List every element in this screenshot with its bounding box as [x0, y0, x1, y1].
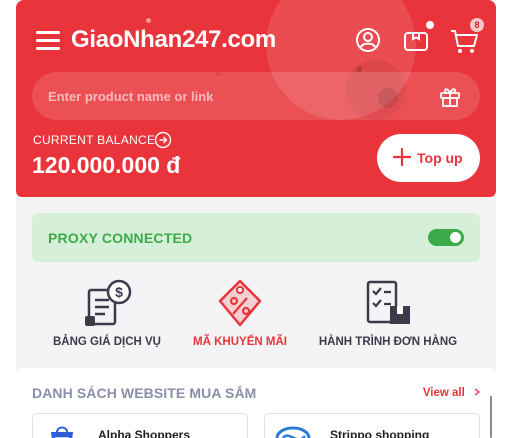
orders-button[interactable] — [400, 21, 434, 56]
website-card-alpha-shoppers[interactable]: Alpha Shoppers — [32, 413, 248, 438]
proxy-status-label: PROXY CONNECTED — [48, 230, 193, 246]
cart-button[interactable]: 8 — [448, 18, 484, 56]
proxy-status-bar: PROXY CONNECTED — [32, 213, 480, 262]
discount-tag-icon — [218, 279, 262, 327]
cart-count-badge: 8 — [470, 18, 484, 32]
toggle-knob — [450, 232, 461, 243]
top-up-label: Top up — [417, 150, 463, 166]
gift-icon[interactable] — [438, 84, 462, 108]
feature-promo-codes[interactable]: MÃ KHUYẾN MÃI — [188, 276, 292, 358]
scrollbar[interactable] — [490, 396, 492, 438]
user-icon — [356, 28, 380, 52]
app-screen: GiaoNhan247.com 8 Enter product name or … — [16, 0, 496, 438]
feature-label: MÃ KHUYẾN MÃI — [193, 336, 287, 348]
notification-dot — [426, 21, 434, 29]
price-list-icon: $ — [85, 279, 132, 326]
arrow-right-circle-icon[interactable] — [154, 131, 172, 149]
logo: GiaoNhan247.com — [71, 26, 276, 53]
svg-text:$: $ — [115, 284, 123, 300]
feature-label: BẢNG GIÁ DỊCH VỤ — [53, 336, 161, 348]
package-icon — [404, 32, 428, 51]
feature-order-journey[interactable]: HÀNH TRÌNH ĐƠN HÀNG — [314, 276, 462, 358]
strippo-logo — [275, 426, 311, 438]
website-name: Strippo shopping — [330, 428, 430, 438]
search-bar — [32, 72, 480, 120]
chevron-right-icon — [474, 388, 480, 396]
proxy-toggle[interactable] — [428, 229, 464, 246]
plus-icon — [393, 148, 411, 166]
search-input[interactable] — [32, 72, 412, 120]
feature-label: HÀNH TRÌNH ĐƠN HÀNG — [318, 336, 458, 348]
alpha-shoppers-logo — [51, 426, 73, 438]
website-card-strippo[interactable]: Strippo shopping — [264, 413, 480, 438]
header: GiaoNhan247.com 8 Enter product name or … — [16, 0, 496, 197]
top-up-button[interactable]: Top up — [377, 134, 480, 182]
website-name: Alpha Shoppers — [98, 428, 191, 438]
menu-button[interactable] — [34, 28, 62, 52]
feature-shortcuts: $ BẢNG GIÁ DỊCH VỤ MÃ KHUYẾN MÃI HÀNH TR… — [16, 276, 496, 358]
feature-price-list[interactable]: $ BẢNG GIÁ DỊCH VỤ — [50, 276, 164, 358]
account-button[interactable] — [352, 24, 384, 56]
order-journey-icon — [366, 280, 410, 324]
balance-value: 120.000.000 đ — [32, 152, 181, 178]
section-title: DANH SÁCH WEBSITE MUA SẮM — [32, 385, 257, 401]
top-bar: GiaoNhan247.com 8 — [16, 18, 496, 62]
view-all-label: View all — [422, 387, 465, 399]
view-all-link[interactable]: View all — [423, 387, 480, 399]
balance-label: CURRENT BALANCE — [33, 133, 156, 147]
